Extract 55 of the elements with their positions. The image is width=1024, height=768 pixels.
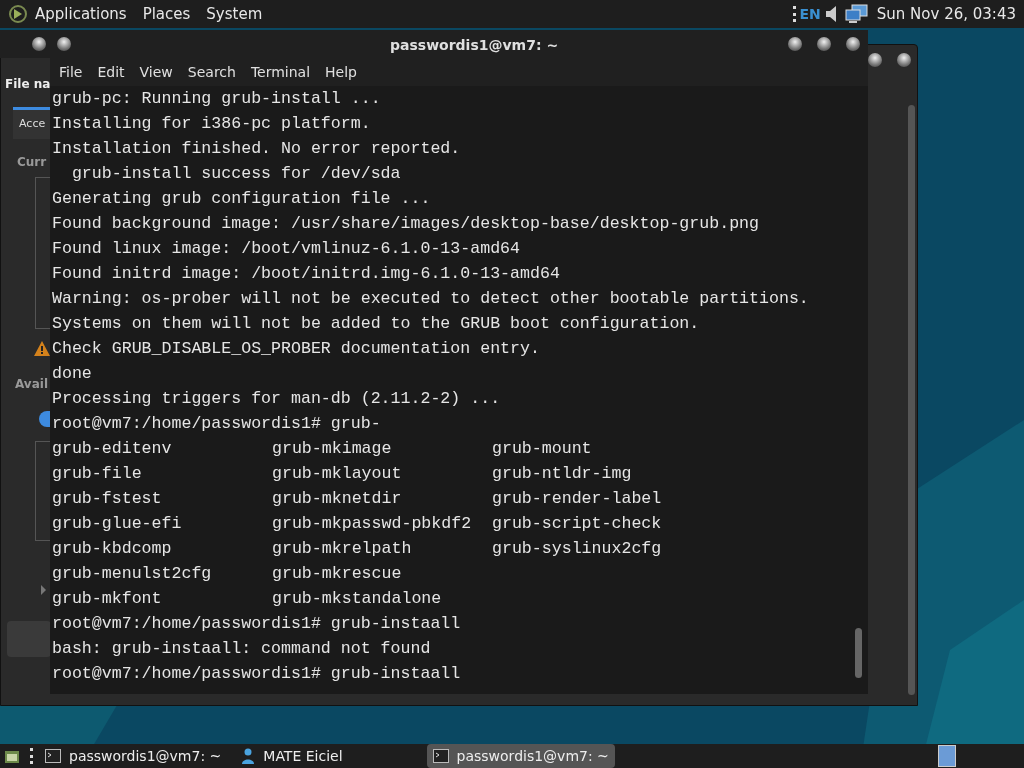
completion-entry: grub-mkrescue bbox=[272, 563, 402, 585]
terminal-line: Check GRUB_DISABLE_OS_PROBER documentation entry. bbox=[52, 339, 540, 358]
taskbar-button[interactable]: passwordis1@vm7: ~ bbox=[426, 744, 615, 768]
terminal-line: root@vm7:/home/passwordis1# grub-instaall bbox=[52, 614, 461, 633]
completion-entry: grub-mount bbox=[492, 438, 592, 460]
terminal-line: Warning: os-prober will not be executed to detect other bootable partitions. bbox=[52, 289, 809, 308]
window-title: passwordis1@vm7: ~ bbox=[390, 36, 559, 55]
window-label: File na bbox=[5, 76, 51, 93]
completion-entry: grub-mkimage bbox=[272, 438, 392, 460]
menu-item[interactable]: Search bbox=[187, 61, 236, 83]
tab[interactable]: Acce bbox=[13, 107, 51, 139]
panel-menu[interactable]: Places bbox=[142, 2, 191, 26]
completion-entry: grub-mklayout bbox=[272, 463, 402, 485]
completion-entry: grub-syslinux2cfg bbox=[492, 538, 662, 560]
completion-entry: grub-glue-efi bbox=[52, 513, 182, 535]
completion-entry: grub-editenv bbox=[52, 438, 172, 460]
menu-item[interactable]: Edit bbox=[97, 61, 125, 83]
section-label: Avail bbox=[15, 376, 48, 393]
menu-item[interactable]: View bbox=[139, 61, 173, 83]
terminal-line: root@vm7:/home/passwordis1# grub-instaall bbox=[52, 664, 461, 683]
terminal-line: Found background image: /usr/share/images/desktop-base/desktop-grub.png bbox=[52, 214, 759, 233]
terminal-line: bash: grub-instaall: command not found bbox=[52, 639, 431, 658]
terminal-line: Processing triggers for man-db (2.11.2-2) ... bbox=[52, 389, 501, 408]
completion-entry: grub-mkstandalone bbox=[272, 588, 442, 610]
terminal-line: Systems on them will not be added to the GRUB boot configuration. bbox=[52, 314, 700, 333]
terminal-line: Found initrd image: /boot/initrd.img-6.1.0-13-amd64 bbox=[52, 264, 560, 283]
terminal-line: done bbox=[52, 364, 92, 383]
menu-item[interactable]: Terminal bbox=[250, 61, 311, 83]
menu-item[interactable]: File bbox=[59, 61, 83, 83]
taskbar-button[interactable]: MATE Eiciel bbox=[235, 744, 349, 768]
completion-entry: grub-menulst2cfg bbox=[52, 563, 212, 585]
terminal-line: Installation finished. No error reported. bbox=[52, 139, 461, 158]
terminal-line: Generating grub configuration file ... bbox=[52, 189, 431, 208]
panel-menu[interactable]: Applications bbox=[35, 2, 127, 26]
terminal-line: Installing for i386-pc platform. bbox=[52, 114, 371, 133]
clock[interactable]: Sun Nov 26, 03:43 bbox=[876, 2, 1016, 26]
completion-entry: grub-script-check bbox=[492, 513, 662, 535]
completion-entry: grub-mkfont bbox=[52, 588, 162, 610]
completion-entry: grub-kbdcomp bbox=[52, 538, 172, 560]
taskbar-button[interactable]: passwordis1@vm7: ~ bbox=[39, 744, 228, 768]
menu-item[interactable]: Help bbox=[325, 61, 357, 83]
completion-entry: grub-fstest bbox=[52, 488, 162, 510]
completion-entry: grub-mkrelpath bbox=[272, 538, 412, 560]
completion-entry: grub-render-label bbox=[492, 488, 662, 510]
terminal-line: grub-pc: Running grub-install ... bbox=[52, 89, 381, 108]
completion-entry: grub-mknetdir bbox=[272, 488, 402, 510]
completion-entry: grub-ntldr-img bbox=[492, 463, 632, 485]
panel-menu[interactable]: System bbox=[206, 2, 263, 26]
terminal-line: grub-install success for /dev/sda bbox=[70, 164, 401, 183]
completion-entry: grub-mkpasswd-pbkdf2 bbox=[272, 513, 472, 535]
terminal-line: Found linux image: /boot/vmlinuz-6.1.0-13-amd64 bbox=[52, 239, 521, 258]
section-label: Curr bbox=[17, 154, 47, 171]
keyboard-layout[interactable]: EN bbox=[799, 3, 821, 25]
completion-entry: grub-file bbox=[52, 463, 142, 485]
terminal-line: root@vm7:/home/passwordis1# grub- bbox=[52, 414, 381, 433]
